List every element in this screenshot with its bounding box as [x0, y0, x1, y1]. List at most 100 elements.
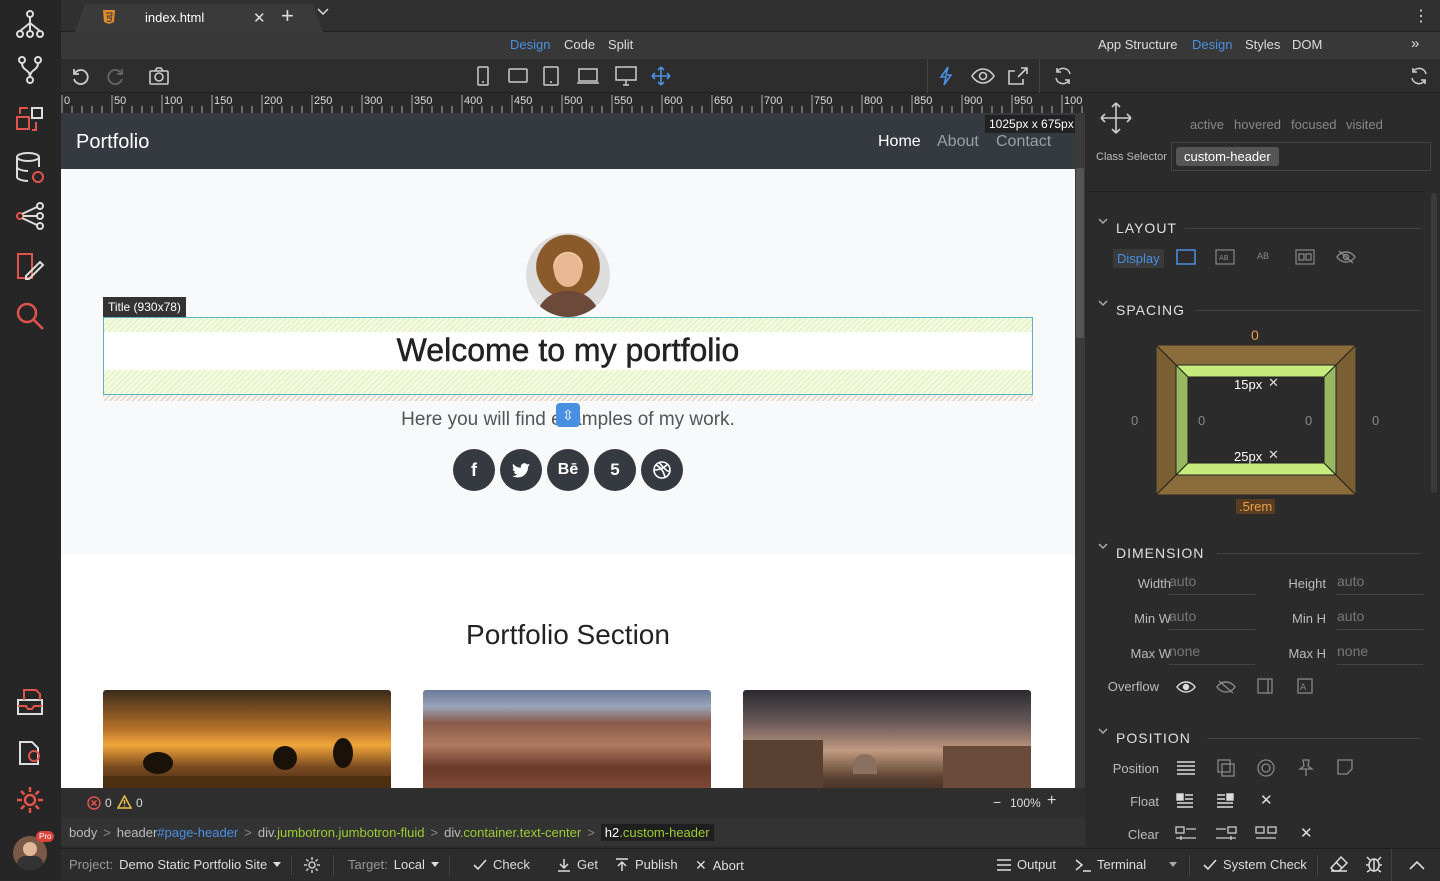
version-control-icon[interactable] — [12, 52, 48, 88]
profile-avatar-image[interactable] — [526, 233, 610, 317]
app-structure-tab[interactable]: App Structure — [1098, 37, 1178, 52]
search-icon[interactable] — [12, 298, 48, 334]
refresh-panel-icon[interactable] — [1409, 66, 1429, 86]
expand-up-chevron-icon[interactable] — [1409, 860, 1425, 870]
state-active[interactable]: active — [1190, 117, 1224, 132]
nav-link-home[interactable]: Home — [878, 133, 921, 151]
margin-top-value[interactable]: 0 — [1251, 327, 1259, 343]
state-hovered[interactable]: hovered — [1234, 117, 1281, 132]
behance-icon[interactable]: Bē — [547, 449, 589, 491]
system-check-button[interactable]: System Check — [1203, 857, 1307, 872]
zoom-out-icon[interactable]: − — [993, 794, 1001, 810]
portfolio-image-venice[interactable] — [743, 690, 1031, 788]
clear-none-icon[interactable]: ✕ — [1300, 824, 1313, 842]
class-chip[interactable]: custom-header — [1176, 147, 1279, 166]
max-height-input[interactable]: none — [1337, 643, 1423, 665]
inbox-icon[interactable] — [12, 684, 48, 720]
tablet-view-icon[interactable] — [543, 66, 559, 86]
padding-right-value[interactable]: 0 — [1305, 413, 1312, 428]
margin-right-value[interactable]: 0 — [1372, 413, 1379, 428]
refresh-canvas-icon[interactable] — [1053, 66, 1073, 86]
warning-icon[interactable] — [117, 795, 132, 809]
new-tab-icon[interactable]: + — [281, 3, 294, 29]
nav-link-contact[interactable]: Contact — [996, 133, 1051, 151]
close-tab-icon[interactable]: ✕ — [253, 9, 266, 27]
padding-top-value[interactable]: 15px — [1234, 377, 1262, 392]
padding-left-value[interactable]: 0 — [1198, 413, 1205, 428]
tab-list-chevron-icon[interactable] — [317, 8, 329, 16]
move-element-icon[interactable] — [1099, 101, 1133, 135]
terminal-caret-icon[interactable] — [1169, 862, 1177, 867]
overflow-auto-icon[interactable]: A — [1297, 678, 1313, 694]
desktop-view-icon[interactable] — [615, 66, 637, 86]
split-view-button[interactable]: Split — [608, 37, 633, 52]
screenshot-icon[interactable] — [149, 67, 169, 85]
undo-icon[interactable] — [71, 67, 91, 85]
position-absolute-icon[interactable] — [1257, 759, 1275, 777]
project-selector[interactable]: Project: Demo Static Portfolio Site — [69, 857, 282, 872]
debug-bug-icon[interactable] — [1365, 855, 1383, 873]
components-icon[interactable] — [12, 102, 48, 138]
float-right-icon[interactable] — [1216, 793, 1234, 809]
margin-bottom-value[interactable]: .5rem — [1236, 499, 1276, 514]
design-canvas[interactable]: Portfolio Home About Contact ⇳ Welcome t… — [61, 113, 1075, 788]
breadcrumb-header[interactable]: header#page-header — [117, 825, 238, 840]
target-selector[interactable]: Target: Local — [348, 857, 439, 872]
clear-both-icon[interactable] — [1255, 826, 1277, 842]
design-panel-tab[interactable]: Design — [1192, 37, 1232, 52]
position-sticky-icon[interactable] — [1337, 759, 1353, 775]
eraser-icon[interactable] — [1330, 856, 1348, 872]
clear-right-icon[interactable] — [1215, 826, 1237, 842]
state-visited[interactable]: visited — [1346, 117, 1383, 132]
layout-chevron-icon[interactable] — [1097, 215, 1109, 227]
clear-padding-top-icon[interactable]: ✕ — [1268, 375, 1279, 391]
position-static-icon[interactable] — [1176, 760, 1196, 776]
min-height-input[interactable]: auto — [1337, 608, 1423, 630]
dom-panel-tab[interactable]: DOM — [1292, 37, 1322, 52]
settings-icon[interactable] — [12, 782, 48, 818]
clear-left-icon[interactable] — [1175, 826, 1197, 842]
display-inline-block-icon[interactable]: AB — [1215, 249, 1235, 265]
check-button[interactable]: Check — [473, 857, 530, 872]
float-left-icon[interactable] — [1176, 793, 1194, 809]
position-chevron-icon[interactable] — [1097, 725, 1109, 737]
breadcrumb-container[interactable]: div.container.text-center — [444, 825, 581, 840]
portfolio-section-title[interactable]: Portfolio Section — [61, 619, 1075, 651]
get-button[interactable]: Get — [557, 857, 598, 872]
database-icon[interactable] — [12, 150, 48, 186]
width-input[interactable]: auto — [1169, 573, 1255, 595]
laptop-view-icon[interactable] — [576, 67, 600, 85]
breadcrumb-h2-selected[interactable]: h2.custom-header — [600, 823, 714, 841]
preview-eye-icon[interactable] — [971, 67, 995, 85]
hero-title[interactable]: Welcome to my portfolio — [104, 332, 1032, 369]
navbar-brand[interactable]: Portfolio — [76, 131, 149, 154]
portfolio-image-canyon[interactable] — [423, 690, 711, 788]
drag-handle-icon-2[interactable]: ⇳ — [556, 403, 580, 427]
overflow-scroll-icon[interactable] — [1257, 678, 1273, 694]
display-block-icon[interactable] — [1176, 249, 1196, 265]
dribbble-icon[interactable] — [641, 449, 683, 491]
facebook-icon[interactable]: f — [453, 449, 495, 491]
display-inline-icon[interactable]: AB — [1257, 251, 1269, 261]
live-preview-icon[interactable] — [939, 66, 953, 86]
dimension-chevron-icon[interactable] — [1097, 540, 1109, 552]
output-button[interactable]: Output — [997, 857, 1056, 872]
app-structure-icon[interactable] — [12, 6, 48, 42]
styles-panel-tab[interactable]: Styles — [1245, 37, 1280, 52]
canvas-scrollbar[interactable] — [1075, 113, 1085, 788]
position-fixed-icon[interactable] — [1298, 759, 1314, 777]
portfolio-image-sunset[interactable] — [103, 690, 391, 788]
min-width-input[interactable]: auto — [1169, 608, 1255, 630]
spacing-chevron-icon[interactable] — [1097, 297, 1109, 309]
design-view-button[interactable]: Design — [510, 37, 550, 52]
display-flex-icon[interactable] — [1295, 249, 1315, 265]
box-model-diagram[interactable] — [1156, 345, 1356, 495]
code-view-button[interactable]: Code — [564, 37, 595, 52]
extensions-icon[interactable] — [12, 734, 48, 770]
selected-title-outline[interactable]: Welcome to my portfolio — [103, 317, 1033, 395]
redo-icon[interactable] — [105, 67, 125, 85]
abort-button[interactable]: ✕ Abort — [695, 857, 744, 874]
display-none-icon[interactable] — [1336, 250, 1356, 264]
terminal-button[interactable]: Terminal — [1075, 857, 1146, 872]
twitter-icon[interactable] — [500, 449, 542, 491]
